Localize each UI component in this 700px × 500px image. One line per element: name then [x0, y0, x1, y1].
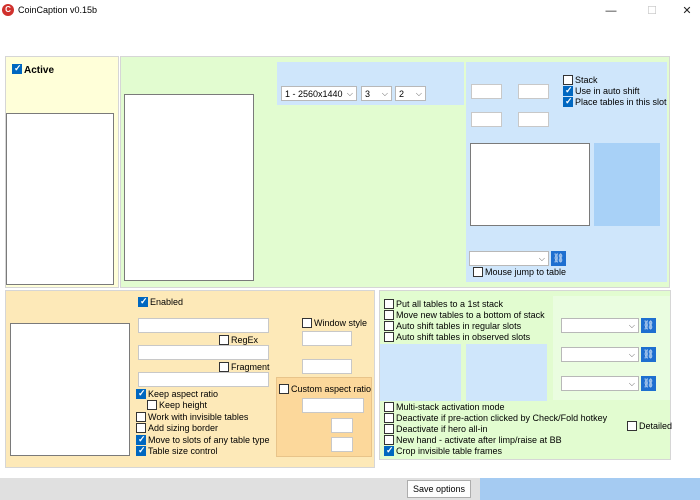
custom-aspect-checkbox[interactable]: Custom aspect ratio	[279, 383, 371, 395]
class-filter-input[interactable]	[138, 345, 269, 360]
aspect-height-input[interactable]	[331, 437, 353, 452]
new-hand-activate-checkbox[interactable]: New hand - activate after limp/raise at …	[384, 434, 562, 446]
table-size-control-checkbox[interactable]: Table size control	[136, 445, 218, 457]
rows-select[interactable]: 2 ⌵	[395, 86, 426, 101]
hotkey-select-3[interactable]: ⌵	[561, 376, 639, 391]
preview-box	[6, 113, 114, 285]
active-check-icon	[12, 63, 22, 75]
slot-color-swatch	[594, 143, 660, 226]
detailed-checkbox[interactable]: Detailed	[627, 420, 672, 432]
layout-preview	[124, 94, 254, 281]
mouse-jump-checkbox[interactable]: Mouse jump to table	[473, 266, 566, 278]
status-indicator	[480, 478, 700, 500]
window-title: CoinCaption v0.15b	[18, 5, 98, 15]
chain-link-icon[interactable]: ⛓	[641, 376, 656, 391]
hotkey-select-1[interactable]: ⌵	[561, 318, 639, 333]
title-filter-input[interactable]	[138, 318, 269, 333]
crop-invisible-checkbox[interactable]: Crop invisible table frames	[384, 445, 502, 457]
add-sizing-border-checkbox[interactable]: Add sizing border	[136, 422, 218, 434]
regular-slots-box	[380, 344, 461, 401]
move-new-tables-checkbox[interactable]: Move new tables to a bottom of stack	[384, 309, 545, 321]
chevron-down-icon: ⌵	[628, 379, 635, 388]
deactivate-preaction-checkbox[interactable]: Deactivate if pre-action clicked by Chec…	[384, 412, 607, 424]
fragment-filter-input[interactable]	[138, 372, 269, 387]
filter-preview	[10, 323, 130, 456]
aspect-width-input[interactable]	[331, 418, 353, 433]
chevron-down-icon: ⌵	[628, 321, 635, 330]
slot-x-input[interactable]	[471, 84, 502, 99]
move-to-slots-checkbox[interactable]: Move to slots of any table type	[136, 434, 270, 446]
title-bar	[0, 0, 700, 22]
chevron-down-icon: ⌵	[346, 89, 353, 98]
multi-stack-checkbox[interactable]: Multi-stack activation mode	[384, 401, 505, 413]
slot-y-input[interactable]	[518, 84, 549, 99]
active-label: Active	[24, 65, 55, 76]
work-with-invisible-checkbox[interactable]: Work with invisible tables	[136, 411, 248, 423]
save-options-button[interactable]: Save options	[407, 480, 471, 498]
place-tables-checkbox[interactable]: Place tables in this slot	[563, 96, 667, 108]
maximize-button[interactable]: ☐	[641, 2, 663, 20]
auto-shift-observed-checkbox[interactable]: Auto shift tables in observed slots	[384, 331, 530, 343]
app-logo-icon: C	[2, 4, 14, 16]
chevron-down-icon: ⌵	[628, 350, 635, 359]
window-style-checkbox[interactable]: Window style	[302, 317, 367, 329]
minimize-button[interactable]: —	[600, 2, 622, 20]
keep-height-checkbox[interactable]: Keep height	[147, 399, 207, 411]
window-exstyle-input[interactable]	[302, 359, 352, 374]
close-button[interactable]: ✕	[676, 2, 698, 20]
chain-link-icon[interactable]: ⛓	[641, 347, 656, 362]
hotkey-select-2[interactable]: ⌵	[561, 347, 639, 362]
observed-slots-box	[466, 344, 547, 401]
use-in-auto-shift-checkbox[interactable]: Use in auto shift	[563, 85, 640, 97]
slot-width-input[interactable]	[471, 112, 502, 127]
chevron-down-icon: ⌵	[381, 89, 388, 98]
aspect-ratio-input[interactable]	[302, 398, 364, 413]
chain-link-icon[interactable]: ⛓	[641, 318, 656, 333]
chain-link-icon[interactable]: ⛓	[551, 251, 566, 266]
keep-aspect-ratio-checkbox[interactable]: Keep aspect ratio	[136, 388, 218, 400]
slot-preview	[470, 143, 590, 226]
chevron-down-icon: ⌵	[538, 254, 545, 263]
slot-height-input[interactable]	[518, 112, 549, 127]
resolution-select[interactable]: 1 - 2560x1440 ⌵	[281, 86, 357, 101]
columns-select[interactable]: 3 ⌵	[361, 86, 392, 101]
put-all-tables-checkbox[interactable]: Put all tables to a 1st stack	[384, 298, 503, 310]
slot-select[interactable]: ⌵	[469, 251, 549, 266]
deactivate-allin-checkbox[interactable]: Deactivate if hero all-in	[384, 423, 488, 435]
active-checkbox[interactable]: Active	[12, 63, 55, 76]
enabled-checkbox[interactable]: Enabled	[138, 296, 183, 308]
auto-shift-regular-checkbox[interactable]: Auto shift tables in regular slots	[384, 320, 521, 332]
chevron-down-icon: ⌵	[415, 89, 422, 98]
window-style-input[interactable]	[302, 331, 352, 346]
